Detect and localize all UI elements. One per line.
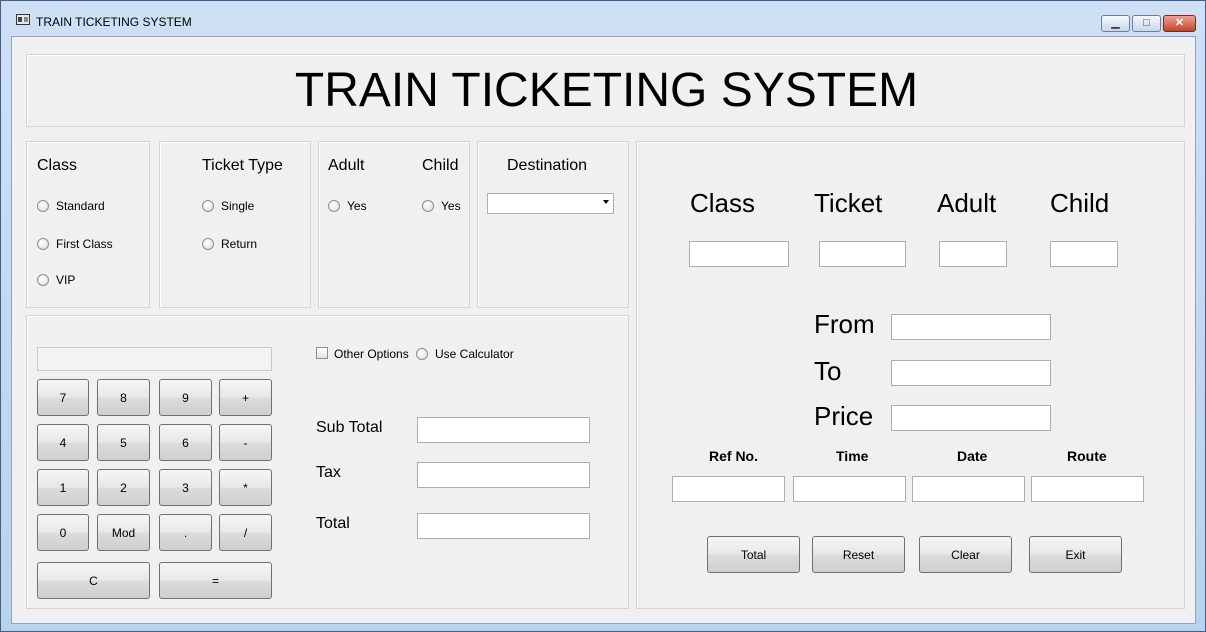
- key-6[interactable]: 6: [159, 424, 212, 461]
- to-field[interactable]: [891, 360, 1051, 386]
- chevron-down-icon[interactable]: [603, 200, 609, 204]
- radio-adult-yes[interactable]: [328, 200, 340, 212]
- radio-first-class-label[interactable]: First Class: [56, 237, 113, 251]
- ref-no-field[interactable]: [672, 476, 785, 502]
- passenger-panel: Adult Child Yes Yes: [318, 141, 470, 308]
- summary-class-field[interactable]: [689, 241, 789, 267]
- key-plus[interactable]: +: [219, 379, 272, 416]
- adult-label: Adult: [328, 157, 365, 174]
- from-field[interactable]: [891, 314, 1051, 340]
- time-header: Time: [836, 448, 869, 464]
- route-header: Route: [1067, 448, 1107, 464]
- price-label: Price: [814, 401, 874, 431]
- maximize-button[interactable]: □: [1132, 15, 1161, 32]
- to-label: To: [814, 356, 842, 386]
- summary-class-header: Class: [690, 188, 756, 218]
- key-clear[interactable]: C: [37, 562, 150, 599]
- use-calculator-radio[interactable]: [416, 348, 428, 360]
- summary-child-header: Child: [1050, 188, 1110, 218]
- radio-adult-yes-label[interactable]: Yes: [347, 199, 367, 213]
- date-field[interactable]: [912, 476, 1025, 502]
- app-icon: [16, 14, 30, 25]
- radio-child-yes-label[interactable]: Yes: [441, 199, 461, 213]
- from-label: From: [814, 309, 875, 339]
- total-field[interactable]: [417, 513, 590, 539]
- summary-child-field[interactable]: [1050, 241, 1118, 267]
- form-client-area: TRAIN TICKETING SYSTEM Class Standard Fi…: [11, 36, 1196, 624]
- radio-return[interactable]: [202, 238, 214, 250]
- tax-field[interactable]: [417, 462, 590, 488]
- header-panel: TRAIN TICKETING SYSTEM: [26, 54, 1185, 127]
- price-field[interactable]: [891, 405, 1051, 431]
- key-7[interactable]: 7: [37, 379, 89, 416]
- child-label: Child: [422, 157, 459, 174]
- total-button[interactable]: Total: [707, 536, 800, 573]
- key-4[interactable]: 4: [37, 424, 89, 461]
- key-decimal[interactable]: .: [159, 514, 212, 551]
- key-divide[interactable]: /: [219, 514, 272, 551]
- exit-button[interactable]: Exit: [1029, 536, 1122, 573]
- radio-single-label[interactable]: Single: [221, 199, 254, 213]
- destination-dropdown[interactable]: [487, 193, 614, 214]
- route-field[interactable]: [1031, 476, 1144, 502]
- radio-first-class[interactable]: [37, 238, 49, 250]
- radio-child-yes[interactable]: [422, 200, 434, 212]
- radio-single[interactable]: [202, 200, 214, 212]
- ticket-type-panel: Ticket Type Single Return: [159, 141, 311, 308]
- key-minus[interactable]: -: [219, 424, 272, 461]
- tax-label: Tax: [316, 464, 341, 481]
- key-1[interactable]: 1: [37, 469, 89, 506]
- ticket-type-group-label: Ticket Type: [202, 157, 283, 174]
- summary-adult-field[interactable]: [939, 241, 1007, 267]
- summary-adult-header: Adult: [937, 188, 997, 218]
- key-mod[interactable]: Mod: [97, 514, 150, 551]
- date-header: Date: [957, 448, 988, 464]
- minimize-button[interactable]: ▁: [1101, 15, 1130, 32]
- key-5[interactable]: 5: [97, 424, 150, 461]
- summary-panel: Class Ticket Adult Child From To Price R…: [636, 141, 1185, 609]
- sub-total-label: Sub Total: [316, 419, 383, 436]
- clear-button[interactable]: Clear: [919, 536, 1012, 573]
- close-button[interactable]: ✕: [1163, 15, 1196, 32]
- radio-standard-label[interactable]: Standard: [56, 199, 105, 213]
- summary-ticket-header: Ticket: [814, 188, 883, 218]
- radio-vip[interactable]: [37, 274, 49, 286]
- sub-total-field[interactable]: [417, 417, 590, 443]
- reset-button[interactable]: Reset: [812, 536, 905, 573]
- ref-no-header: Ref No.: [709, 448, 758, 464]
- calculator-panel: 7 8 9 + 4 5 6 - 1 2 3 * 0 Mod . / C = Ot…: [26, 315, 629, 609]
- app-window: TRAIN TICKETING SYSTEM ▁ □ ✕ TRAIN TICKE…: [0, 0, 1206, 632]
- class-group-label: Class: [37, 157, 78, 174]
- summary-ticket-field[interactable]: [819, 241, 906, 267]
- destination-panel: Destination: [477, 141, 629, 308]
- time-field[interactable]: [793, 476, 906, 502]
- other-options-label[interactable]: Other Options: [334, 347, 409, 361]
- key-3[interactable]: 3: [159, 469, 212, 506]
- page-title: TRAIN TICKETING SYSTEM: [294, 64, 919, 117]
- key-8[interactable]: 8: [97, 379, 150, 416]
- other-options-checkbox[interactable]: [316, 347, 328, 359]
- class-panel: Class Standard First Class VIP: [26, 141, 150, 308]
- key-2[interactable]: 2: [97, 469, 150, 506]
- radio-standard[interactable]: [37, 200, 49, 212]
- key-0[interactable]: 0: [37, 514, 89, 551]
- window-title: TRAIN TICKETING SYSTEM: [36, 15, 192, 29]
- key-equals[interactable]: =: [159, 562, 272, 599]
- radio-return-label[interactable]: Return: [221, 237, 257, 251]
- title-bar[interactable]: TRAIN TICKETING SYSTEM ▁ □ ✕: [2, 2, 1204, 35]
- radio-vip-label[interactable]: VIP: [56, 273, 75, 287]
- calculator-display[interactable]: [37, 347, 272, 371]
- key-multiply[interactable]: *: [219, 469, 272, 506]
- key-9[interactable]: 9: [159, 379, 212, 416]
- total-label: Total: [316, 515, 350, 532]
- use-calculator-label[interactable]: Use Calculator: [435, 347, 514, 361]
- destination-label: Destination: [507, 157, 588, 174]
